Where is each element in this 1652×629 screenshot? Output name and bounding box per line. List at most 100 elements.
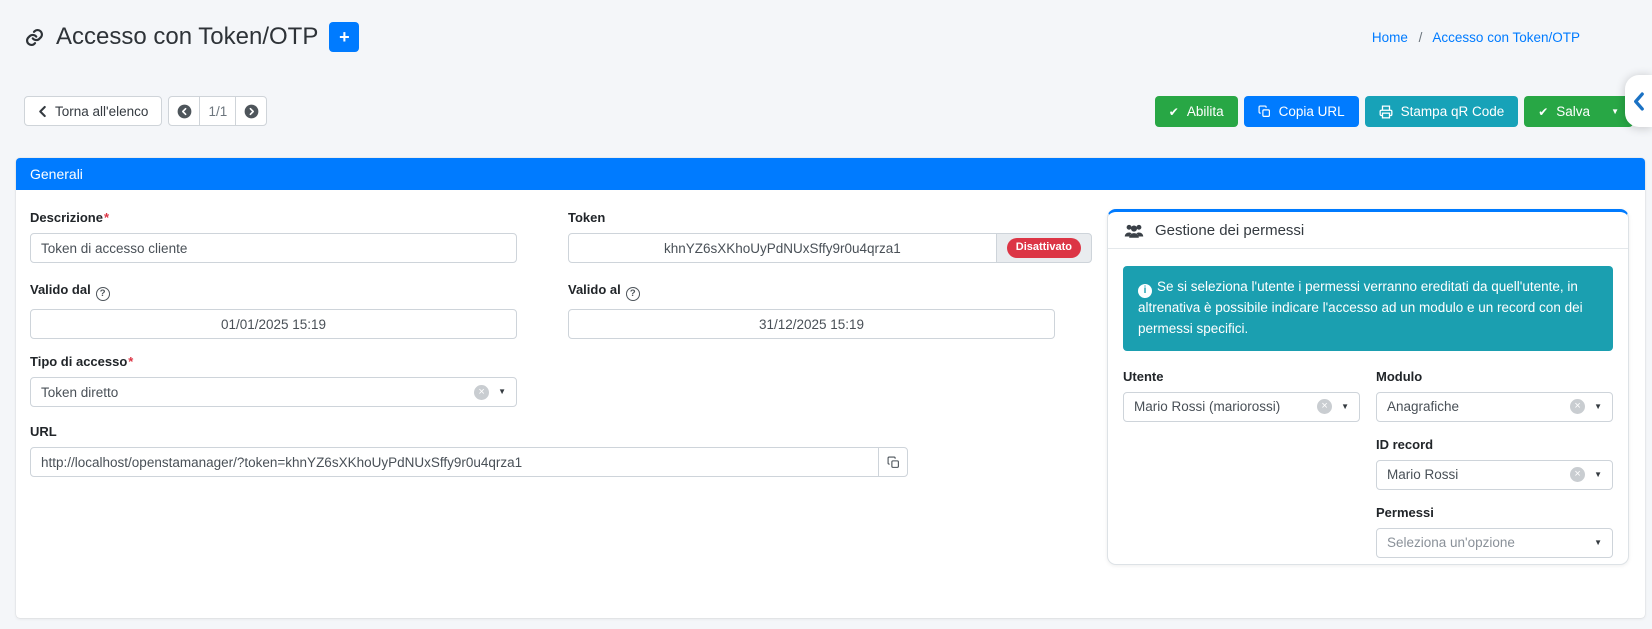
plus-icon: +	[339, 27, 350, 47]
toolbar-actions: ✔ Abilita Copia URL Stampa qR Code ✔ Sal…	[1154, 96, 1633, 127]
id-record-field-group: ID record Mario Rossi × ▼	[1376, 437, 1613, 490]
caret-down-icon: ▼	[498, 387, 506, 396]
print-qr-button[interactable]: Stampa qR Code	[1364, 96, 1519, 127]
utente-select[interactable]: Mario Rossi (mariorossi) × ▼	[1123, 391, 1360, 422]
help-icon[interactable]: ?	[625, 287, 640, 301]
save-label: Salva	[1556, 104, 1591, 119]
generali-card-header: Generali	[16, 158, 1645, 190]
valido-dal-field-group: Valido dal?	[30, 282, 517, 339]
check-icon: ✔	[1168, 104, 1179, 119]
required-asterisk: *	[103, 210, 110, 225]
title-row: Accesso con Token/OTP +	[24, 22, 360, 52]
modulo-field-group: Modulo Anagrafiche × ▼	[1376, 369, 1613, 422]
chevron-left-icon	[38, 105, 47, 118]
tipo-accesso-select[interactable]: Token diretto × ▼	[30, 377, 517, 407]
url-input	[30, 447, 879, 477]
token-status-append: Disattivato	[995, 233, 1092, 263]
permessi-info-alert: i Se si seleziona l'utente i permessi ver…	[1123, 266, 1613, 351]
check-icon: ✔	[1538, 104, 1549, 119]
id-record-value: Mario Rossi	[1387, 467, 1459, 483]
descrizione-label: Descrizione*	[30, 210, 110, 225]
copy-url-button[interactable]: Copia URL	[1243, 96, 1359, 127]
help-icon[interactable]: ?	[95, 287, 110, 301]
id-record-label: ID record	[1376, 436, 1434, 452]
clear-icon[interactable]: ×	[474, 384, 490, 400]
copy-icon	[887, 456, 899, 468]
copy-icon	[1258, 105, 1271, 118]
generali-card: Generali Descrizione* Token Disattivato …	[16, 158, 1645, 618]
valido-dal-label: Valido dal?	[30, 282, 517, 301]
descrizione-input[interactable]	[30, 233, 517, 263]
permessi-info-text: Se si seleziona l'utente i permessi verr…	[1138, 279, 1583, 336]
clear-icon[interactable]: ×	[1317, 399, 1333, 415]
clear-icon[interactable]: ×	[1570, 467, 1586, 483]
status-badge: Disattivato	[1006, 238, 1081, 258]
printer-icon	[1379, 105, 1393, 119]
utente-field-group: Utente Mario Rossi (mariorossi) × ▼	[1123, 369, 1360, 422]
caret-down-icon: ▼	[1611, 106, 1619, 116]
copy-url-field-button[interactable]	[878, 447, 908, 477]
tipo-accesso-value: Token diretto	[41, 384, 119, 400]
clear-icon[interactable]: ×	[1570, 399, 1586, 415]
print-qr-label: Stampa qR Code	[1400, 104, 1505, 119]
toolbar-left: Torna all'elenco 1/1	[24, 96, 268, 126]
page: Accesso con Token/OTP + Home / Accesso c…	[0, 0, 1652, 629]
collapse-panel-tab[interactable]	[1625, 75, 1652, 127]
caret-down-icon: ▼	[1341, 401, 1349, 411]
pager-position: 1/1	[199, 96, 237, 126]
back-to-list-button[interactable]: Torna all'elenco	[24, 96, 163, 126]
url-field-group: URL	[30, 424, 908, 477]
required-asterisk: *	[128, 354, 134, 369]
permessi-placeholder: Seleziona un'opzione	[1387, 535, 1515, 551]
permessi-field-group: Permessi Seleziona un'opzione ▼	[1376, 505, 1613, 558]
users-icon	[1124, 224, 1144, 238]
valido-al-field-group: Valido al?	[568, 282, 1055, 339]
arrow-circle-right-icon	[244, 104, 259, 118]
modulo-value: Anagrafiche	[1387, 399, 1460, 415]
caret-down-icon: ▼	[1594, 537, 1602, 547]
caret-down-icon: ▼	[1594, 401, 1602, 411]
info-icon: i	[1138, 284, 1152, 298]
valido-dal-input[interactable]	[30, 309, 517, 339]
utente-label: Utente	[1123, 368, 1164, 384]
breadcrumb-current-link[interactable]: Accesso con Token/OTP	[1432, 30, 1580, 45]
caret-down-icon: ▼	[1594, 469, 1602, 479]
token-label: Token	[568, 210, 606, 225]
permessi-card-title: Gestione dei permessi	[1155, 222, 1305, 239]
breadcrumb-separator: /	[1418, 30, 1423, 45]
permessi-right-column: Modulo Anagrafiche × ▼ ID record Mario R…	[1376, 369, 1613, 558]
chevron-left-icon	[1634, 91, 1644, 111]
url-label: URL	[30, 424, 57, 439]
permessi-select[interactable]: Seleziona un'opzione ▼	[1376, 527, 1613, 558]
page-title: Accesso con Token/OTP	[56, 23, 319, 50]
enable-button[interactable]: ✔ Abilita	[1154, 96, 1238, 127]
id-record-select[interactable]: Mario Rossi × ▼	[1376, 459, 1613, 490]
token-field-group: Token Disattivato	[568, 210, 1092, 263]
save-button[interactable]: ✔ Salva ▼	[1524, 96, 1633, 127]
add-record-button[interactable]: +	[329, 22, 360, 52]
modulo-label: Modulo	[1376, 368, 1423, 384]
generali-title: Generali	[30, 166, 83, 182]
permessi-card-header: Gestione dei permessi	[1108, 212, 1628, 249]
copy-url-label: Copia URL	[1278, 104, 1345, 119]
back-to-list-label: Torna all'elenco	[55, 103, 149, 119]
permessi-label: Permessi	[1376, 504, 1434, 520]
permessi-left-column: Utente Mario Rossi (mariorossi) × ▼	[1123, 369, 1360, 558]
modulo-select[interactable]: Anagrafiche × ▼	[1376, 391, 1613, 422]
arrow-circle-left-icon	[177, 104, 192, 118]
next-record-button[interactable]	[235, 96, 268, 126]
tipo-accesso-field-group: Tipo di accesso* Token diretto × ▼	[30, 354, 517, 407]
permessi-card: Gestione dei permessi i Se si seleziona l…	[1107, 209, 1629, 565]
permessi-fields: Utente Mario Rossi (mariorossi) × ▼ Modu…	[1108, 351, 1628, 558]
breadcrumb-home-link[interactable]: Home	[1372, 30, 1408, 45]
valido-al-label: Valido al?	[568, 282, 1055, 301]
record-pager: 1/1	[168, 96, 268, 126]
tipo-accesso-label: Tipo di accesso*	[30, 354, 134, 369]
descrizione-field-group: Descrizione*	[30, 210, 517, 263]
utente-value: Mario Rossi (mariorossi)	[1134, 399, 1281, 415]
previous-record-button[interactable]	[168, 96, 201, 126]
enable-label: Abilita	[1186, 104, 1224, 119]
valido-al-input[interactable]	[568, 309, 1055, 339]
link-icon	[24, 27, 45, 48]
breadcrumb: Home / Accesso con Token/OTP	[1372, 30, 1580, 45]
